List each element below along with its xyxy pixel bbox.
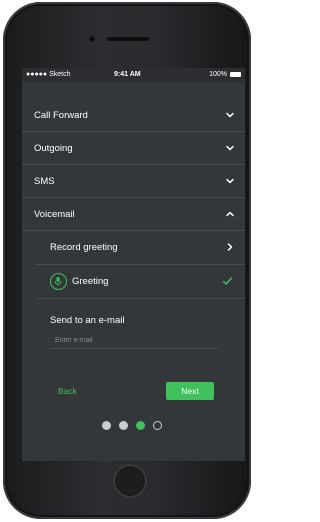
menu-item-label: SMS — [34, 176, 55, 187]
app-screen: ●●●●● Sketch 9:41 AM 100% Call Forward O… — [22, 68, 245, 461]
pagination-dot[interactable] — [153, 421, 162, 430]
microphone-icon[interactable] — [50, 273, 67, 290]
record-greeting-row[interactable]: Record greeting — [36, 231, 245, 265]
greeting-row[interactable]: Greeting — [36, 265, 245, 299]
battery-icon — [230, 72, 241, 77]
status-bar: ●●●●● Sketch 9:41 AM 100% — [22, 68, 245, 82]
menu-item-label: Outgoing — [34, 143, 73, 154]
chevron-down-icon — [226, 178, 234, 184]
menu-item-voicemail[interactable]: Voicemail — [22, 198, 245, 231]
chevron-down-icon — [226, 145, 234, 151]
chevron-down-icon — [226, 112, 234, 118]
pagination-dot[interactable] — [136, 421, 145, 430]
menu-item-label: Call Forward — [34, 110, 88, 121]
menu-item-sms[interactable]: SMS — [22, 165, 245, 198]
send-email-label: Send to an e-mail — [50, 315, 125, 326]
record-greeting-label: Record greeting — [50, 242, 118, 253]
greeting-label: Greeting — [72, 276, 109, 287]
pagination-dot[interactable] — [102, 421, 111, 430]
chevron-right-icon — [227, 243, 233, 251]
battery-percent: 100% — [209, 71, 227, 78]
front-camera — [89, 36, 95, 42]
checkmark-icon — [222, 277, 233, 285]
status-time: 9:41 AM — [114, 71, 141, 78]
pagination-dot[interactable] — [119, 421, 128, 430]
pagination-dots — [102, 421, 172, 431]
menu-item-call-forward[interactable]: Call Forward — [22, 99, 245, 132]
chevron-up-icon — [226, 211, 234, 217]
email-input[interactable] — [50, 333, 218, 349]
earpiece-speaker — [107, 37, 149, 41]
carrier-signal: ●●●●● Sketch — [26, 71, 71, 78]
phone-frame: ●●●●● Sketch 9:41 AM 100% Call Forward O… — [3, 2, 251, 519]
menu-item-label: Voicemail — [34, 209, 75, 220]
home-button[interactable] — [113, 464, 147, 498]
menu-item-outgoing[interactable]: Outgoing — [22, 132, 245, 165]
back-button[interactable]: Back — [58, 386, 77, 396]
next-button[interactable]: Next — [166, 382, 214, 400]
